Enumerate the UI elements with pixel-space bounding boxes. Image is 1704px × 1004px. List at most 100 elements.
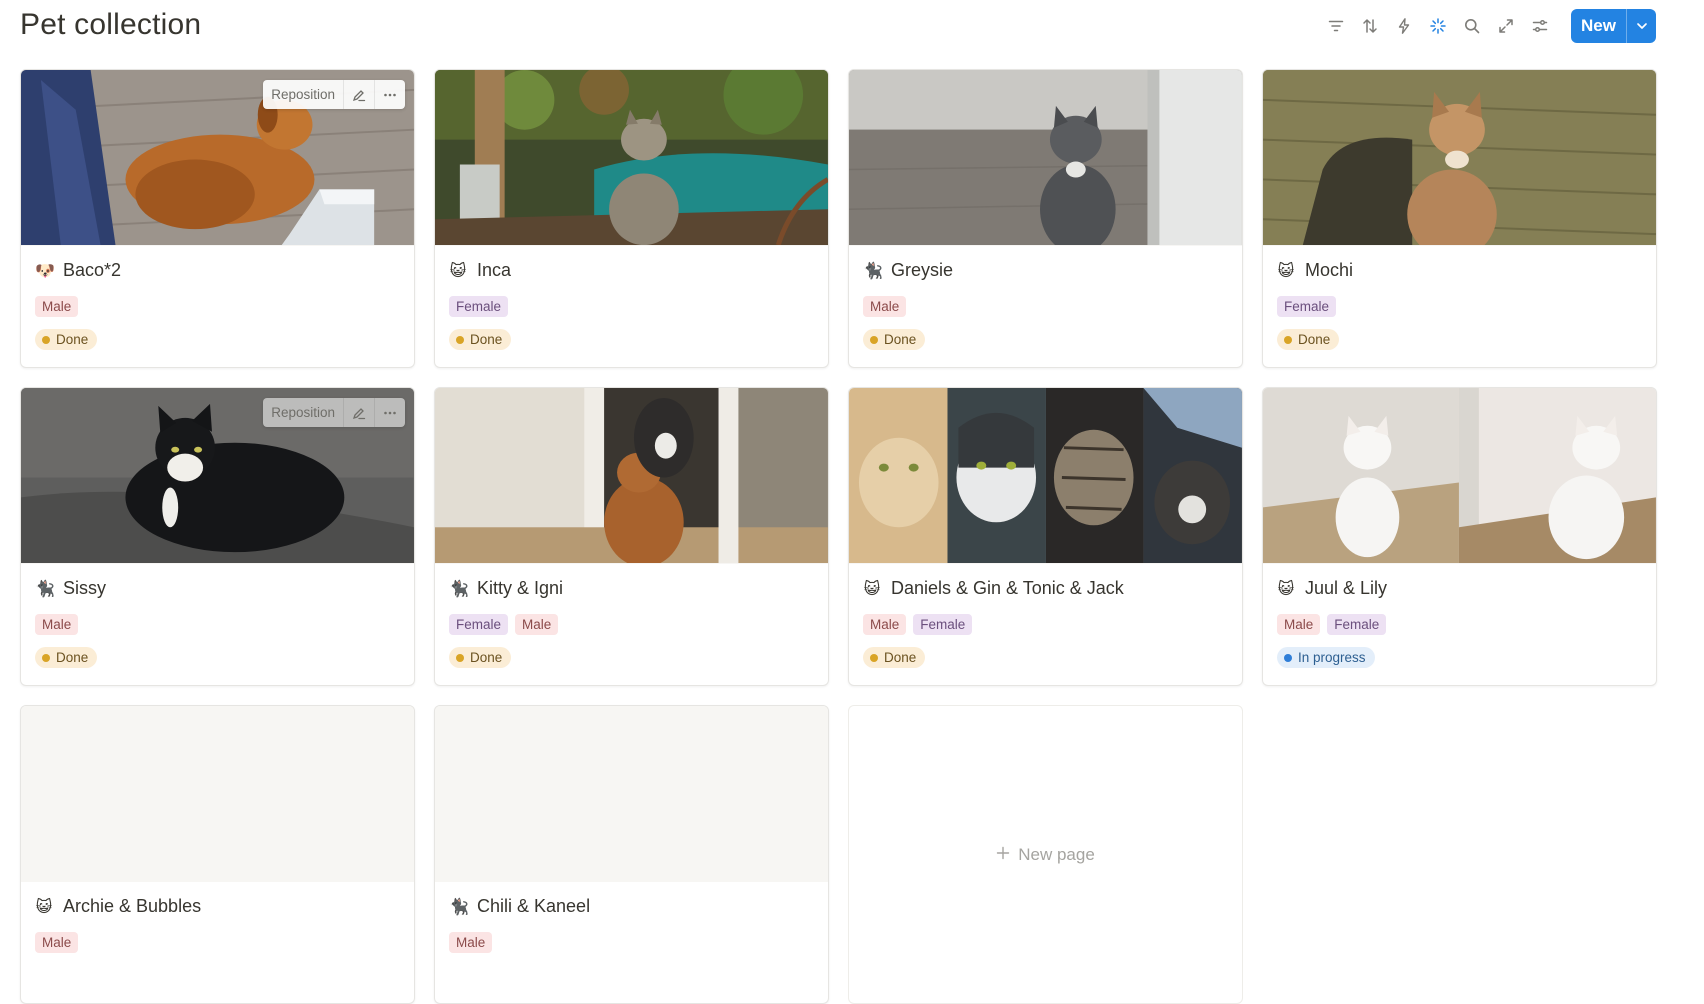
gender-tag: Male xyxy=(35,614,79,635)
card-title: Mochi xyxy=(1305,259,1354,280)
new-button-label[interactable]: New xyxy=(1571,9,1626,43)
black-cat-icon: 🐈‍⬛ xyxy=(863,260,883,280)
page-header: Pet collection New xyxy=(0,0,1704,54)
status-dot xyxy=(870,335,878,344)
status-label: Done xyxy=(884,650,917,665)
card-title-row: 🐈‍⬛ Kitty & Igni xyxy=(449,576,814,600)
status-badge: Done xyxy=(449,329,512,350)
more-icon[interactable] xyxy=(375,80,405,109)
cover-actions: Reposition xyxy=(263,80,405,109)
gallery-grid: Reposition 🐶 Baco*2 Male Done 😺 Inca Fem… xyxy=(20,69,1657,1004)
status-dot xyxy=(42,653,50,662)
gender-tags: Male xyxy=(35,296,400,317)
gallery-card[interactable]: 🐈‍⬛ Chili & Kaneel Male xyxy=(434,705,829,1004)
gender-tags: Female xyxy=(449,296,814,317)
gallery-card[interactable]: Reposition 🐈‍⬛ Sissy Male Done xyxy=(20,387,415,686)
reposition-button[interactable]: Reposition xyxy=(263,80,344,109)
cat-face-icon: 😺 xyxy=(35,896,53,916)
dog-icon: 🐶 xyxy=(35,260,55,280)
card-title-row: 🐈‍⬛ Chili & Kaneel xyxy=(449,894,814,918)
gender-tag: Male xyxy=(863,296,907,317)
new-page-button[interactable]: New page xyxy=(996,845,1095,865)
ai-sparkle-icon[interactable] xyxy=(1423,11,1453,41)
cover-image xyxy=(849,70,1242,246)
cover-image xyxy=(1263,70,1656,246)
status-dot xyxy=(870,653,878,662)
card-title: Inca xyxy=(477,259,512,280)
card-title: Archie & Bubbles xyxy=(63,895,202,916)
status-label: Done xyxy=(884,332,917,347)
gender-tags: Male Female xyxy=(863,614,1228,635)
filter-icon[interactable] xyxy=(1321,11,1351,41)
cover-image: Reposition xyxy=(21,388,414,564)
cat-face-icon: 😺 xyxy=(1277,578,1295,598)
view-toolbar: New xyxy=(1321,9,1656,43)
new-page-card[interactable]: New page xyxy=(848,705,1243,1004)
gallery-card[interactable]: 😺 Archie & Bubbles Male xyxy=(20,705,415,1004)
cover-image xyxy=(1263,388,1656,564)
status-label: Done xyxy=(1298,332,1331,347)
status-label: In progress xyxy=(1298,650,1366,665)
gender-tags: Male xyxy=(449,932,814,953)
automation-icon[interactable] xyxy=(1389,11,1419,41)
gender-tags: Male xyxy=(35,614,400,635)
gender-tag: Female xyxy=(913,614,973,635)
gender-tag: Male xyxy=(449,932,493,953)
chevron-down-icon[interactable] xyxy=(1626,9,1656,43)
cover-actions: Reposition xyxy=(263,398,405,427)
gender-tag: Female xyxy=(1327,614,1387,635)
status-label: Done xyxy=(470,332,503,347)
gender-tag: Male xyxy=(35,932,79,953)
card-title-row: 😺 Inca xyxy=(449,258,814,282)
new-button: New xyxy=(1571,9,1656,43)
cover-image: Reposition xyxy=(21,70,414,246)
status-dot xyxy=(456,653,464,662)
gallery-card[interactable]: 🐈‍⬛ Kitty & Igni Female Male Done xyxy=(434,387,829,686)
gender-tags: Male Female xyxy=(1277,614,1642,635)
card-title: Daniels & Gin & Tonic & Jack xyxy=(891,577,1124,598)
card-title-row: 😺 Mochi xyxy=(1277,258,1642,282)
status-badge: In progress xyxy=(1277,647,1375,668)
sort-icon[interactable] xyxy=(1355,11,1385,41)
gender-tag: Female xyxy=(449,614,509,635)
status-dot xyxy=(1284,335,1292,344)
settings-icon[interactable] xyxy=(1525,11,1555,41)
card-title-row: 🐈‍⬛ Sissy xyxy=(35,576,400,600)
status-dot xyxy=(1284,653,1292,662)
cover-image xyxy=(435,388,828,564)
gallery-card[interactable]: 😺 Inca Female Done xyxy=(434,69,829,368)
black-cat-icon: 🐈‍⬛ xyxy=(449,578,469,598)
gender-tag: Male xyxy=(515,614,559,635)
card-title-row: 😺 Archie & Bubbles xyxy=(35,894,400,918)
cat-face-icon: 😺 xyxy=(1277,260,1295,280)
gallery-card[interactable]: 😺 Daniels & Gin & Tonic & Jack Male Fema… xyxy=(848,387,1243,686)
cat-face-icon: 😺 xyxy=(863,578,881,598)
more-icon[interactable] xyxy=(375,398,405,427)
gallery-card[interactable]: Reposition 🐶 Baco*2 Male Done xyxy=(20,69,415,368)
gallery-card[interactable]: 🐈‍⬛ Greysie Male Done xyxy=(848,69,1243,368)
status-badge: Done xyxy=(35,647,98,668)
gender-tag: Male xyxy=(35,296,79,317)
cover-image xyxy=(849,388,1242,564)
card-title-row: 🐈‍⬛ Greysie xyxy=(863,258,1228,282)
gender-tags: Male xyxy=(863,296,1228,317)
gender-tag: Male xyxy=(863,614,907,635)
status-dot xyxy=(456,335,464,344)
status-label: Done xyxy=(56,332,89,347)
card-title: Kitty & Igni xyxy=(477,577,564,598)
search-icon[interactable] xyxy=(1457,11,1487,41)
gender-tag: Female xyxy=(1277,296,1337,317)
reposition-button[interactable]: Reposition xyxy=(263,398,344,427)
card-title: Greysie xyxy=(891,259,954,280)
new-page-label: New page xyxy=(1018,844,1095,864)
gallery-card[interactable]: 😺 Mochi Female Done xyxy=(1262,69,1657,368)
edit-icon[interactable] xyxy=(344,80,375,109)
black-cat-icon: 🐈‍⬛ xyxy=(449,896,469,916)
status-label: Done xyxy=(470,650,503,665)
gallery-card[interactable]: 😺 Juul & Lily Male Female In progress xyxy=(1262,387,1657,686)
expand-icon[interactable] xyxy=(1491,11,1521,41)
gender-tags: Female xyxy=(1277,296,1642,317)
edit-icon[interactable] xyxy=(344,398,375,427)
gender-tags: Female Male xyxy=(449,614,814,635)
card-title: Chili & Kaneel xyxy=(477,895,591,916)
